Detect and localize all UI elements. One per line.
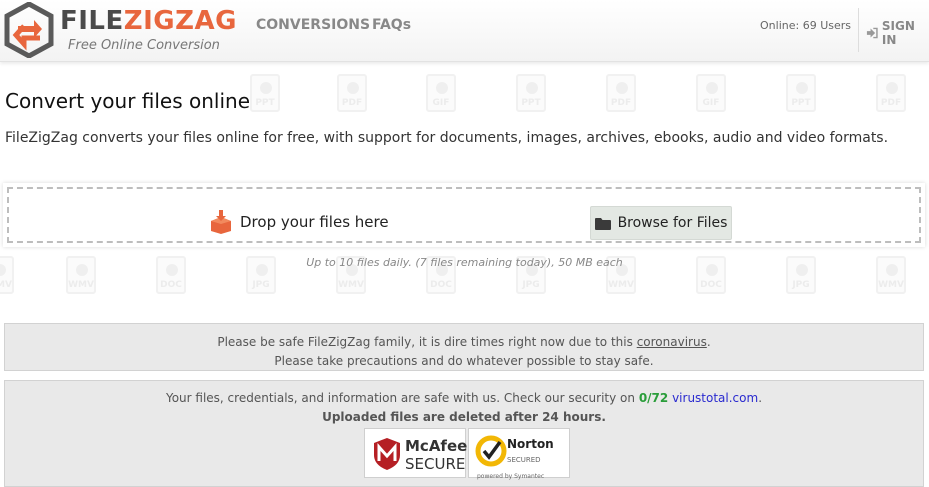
security-badges: McAfee SECURE Norton SECURED powered by … [364,428,570,480]
upload-limit-text: Up to 10 files daily. (7 files remaining… [306,256,623,269]
security-line-1: Your files, credentials, and information… [5,389,923,408]
ppt-file-icon: PPT [250,74,280,112]
pdf-file-icon: PDF [337,74,367,112]
ppt-file-icon: PPT [516,74,546,112]
mcafee-secure-badge[interactable]: McAfee SECURE [364,428,468,478]
header: FILEZIGZAG Free Online Conversion CONVER… [0,0,929,62]
sign-in-icon [866,27,878,39]
page-description: FileZigZag converts your files online fo… [5,130,889,146]
header-divider [858,8,859,52]
pdf-file-icon: PDF [876,74,906,112]
nav-conversions[interactable]: CONVERSIONS [256,17,370,33]
nav-faqs[interactable]: FAQs [372,17,411,33]
mcafee-name: McAfee [405,437,468,455]
page-title: Convert your files online [5,89,251,113]
deletion-policy: Uploaded files are deleted after 24 hour… [322,410,606,424]
logo-wordmark: FILEZIGZAG [60,6,237,36]
security-period: . [758,391,763,405]
download-box-icon [211,210,231,234]
mcafee-shield-icon [374,438,400,470]
drop-files-label: Drop your files here [210,210,389,234]
gif-file-icon: GIF [696,74,726,112]
norton-powered-text: powered by Symantec [477,473,545,480]
security-info: Your files, credentials, and information… [4,380,924,487]
logo-tagline: Free Online Conversion [68,38,220,53]
online-users-count: Online: 69 Users [760,19,851,32]
zigzag-logo-icon [4,2,54,58]
pdf-file-icon: PDF [606,74,636,112]
mcafee-secure-text: SECURE [405,455,466,473]
ppt-file-icon: PPT [786,74,816,112]
drop-zone-border: Drop your files here Browse for Files [7,187,921,243]
coronavirus-link[interactable]: coronavirus [637,335,707,349]
browse-files-button[interactable]: Browse for Files [590,206,732,240]
safety-notice: Please be safe FileZigZag family, it is … [4,323,924,371]
notice-line-1: Please be safe FileZigZag family, it is … [5,333,923,352]
norton-secured-badge[interactable]: Norton SECURED powered by Symantec [468,428,570,480]
notice-line-2: Please take precautions and do whatever … [274,354,654,368]
virustotal-score: 0/72 [638,391,669,405]
folder-icon [594,217,611,230]
file-drop-zone[interactable]: Drop your files here Browse for Files [3,183,925,247]
browse-files-label: Browse for Files [617,215,728,231]
sign-in-link[interactable]: SIGN IN [866,19,929,47]
norton-check-icon [475,435,507,467]
security-text: Your files, credentials, and information… [165,391,639,405]
gif-file-icon: GIF [426,74,456,112]
notice-period: . [706,335,711,349]
sign-in-label: SIGN IN [881,19,915,47]
site-logo[interactable]: FILEZIGZAG Free Online Conversion [4,2,236,58]
notice-text: Please be safe FileZigZag family, it is … [217,335,637,349]
drop-label-text: Drop your files here [240,213,389,231]
virustotal-link[interactable]: virustotal.com [672,391,758,405]
